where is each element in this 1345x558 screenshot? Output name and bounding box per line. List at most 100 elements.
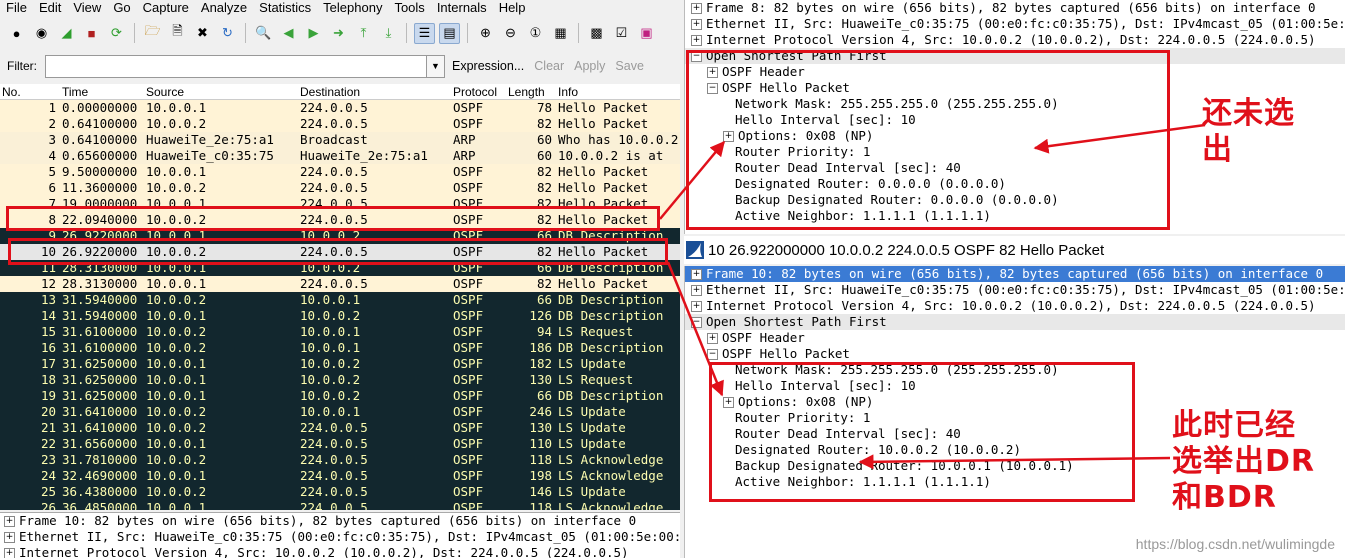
expand-icon[interactable]: + [4,516,15,527]
detail-ip-line[interactable]: + Internet Protocol Version 4, Src: 10.0.… [0,545,680,558]
go-forward-icon[interactable]: ▶ [303,23,324,44]
table-row[interactable]: 2 0.64100000 10.0.0.2 224.0.0.5 OSPF 82 Hello … [0,116,680,132]
table-row[interactable]: 15 31.6100000 10.0.0.2 10.0.0.1 OSPF 94 LS Req… [0,324,680,340]
table-row[interactable]: 17 31.6250000 10.0.0.1 10.0.0.2 OSPF 182 LS Up… [0,356,680,372]
menu-edit[interactable]: Edit [33,1,67,15]
tree-ethernet[interactable]: + Ethernet II, Src: HuaweiTe_c0:35:75 (00… [685,16,1345,32]
tree-frame[interactable]: + Frame 8: 82 bytes on wire (656 bits), 8… [685,0,1345,16]
tree-ip[interactable]: + Internet Protocol Version 4, Src: 10.0.… [685,32,1345,48]
clear-button[interactable]: Clear [534,59,564,73]
expand-icon[interactable]: + [691,35,702,46]
column-header-destination[interactable]: Destination [300,85,360,99]
tree-ospf-header[interactable]: + OSPF Header [685,64,1345,80]
colorize-icon[interactable]: ☰ [414,22,435,44]
table-row[interactable]: 11 28.3130000 10.0.0.1 10.0.0.2 OSPF 66 DB Des… [0,260,680,276]
expand-icon[interactable]: + [691,285,702,296]
expand-icon[interactable]: + [4,548,15,558]
expand-icon[interactable]: + [707,67,718,78]
apply-button[interactable]: Apply [574,59,605,73]
column-header-protocol[interactable]: Protocol [453,85,497,99]
interface-list-icon[interactable]: ● [6,23,27,44]
restart-capture-icon[interactable]: ⟳ [106,23,127,44]
table-row[interactable]: 23 31.7810000 10.0.0.2 224.0.0.5 OSPF 118 LS A… [0,452,680,468]
capture-filters-icon[interactable]: ▩ [586,23,607,44]
hello-field[interactable]: Backup Designated Router: 0.0.0.0 (0.0.0… [685,192,1345,208]
column-header-no[interactable]: No. [2,85,21,99]
menu-help[interactable]: Help [493,1,532,15]
menu-statistics[interactable]: Statistics [253,1,317,15]
display-filter-input[interactable] [45,54,427,78]
menu-file[interactable]: File [0,1,33,15]
expand-icon[interactable]: + [4,532,15,543]
go-back-icon[interactable]: ◀ [278,23,299,44]
tree-ethernet[interactable]: + Ethernet II, Src: HuaweiTe_c0:35:75 (00… [685,282,1345,298]
table-row[interactable]: 4 0.65600000 HuaweiTe_c0:35:75 HuaweiTe_2e:… [0,148,680,164]
menu-capture[interactable]: Capture [137,1,195,15]
expand-icon[interactable]: + [723,131,734,142]
table-row[interactable]: 7 19.0000000 10.0.0.1 224.0.0.5 OSPF 82 Hello … [0,196,680,212]
find-packet-icon[interactable]: 🔍 [253,23,274,44]
expand-icon[interactable]: + [707,333,718,344]
stop-capture-icon[interactable]: ■ [81,23,102,44]
go-last-icon[interactable]: ⤓ [378,23,399,44]
autoscroll-icon[interactable]: ▤ [439,22,460,44]
start-capture-icon[interactable]: ◢ [56,23,77,44]
go-first-icon[interactable]: ⤒ [353,23,374,44]
table-row[interactable]: 26 36.4850000 10.0.0.1 224.0.0.5 OSPF 118 LS A… [0,500,680,510]
tree-ospf-header[interactable]: + OSPF Header [685,330,1345,346]
reload-icon[interactable]: ↻ [217,23,238,44]
expand-icon[interactable]: + [723,397,734,408]
table-row[interactable]: 16 31.6100000 10.0.0.2 10.0.0.1 OSPF 186 DB De… [0,340,680,356]
table-row[interactable]: 24 32.4690000 10.0.0.1 224.0.0.5 OSPF 198 LS A… [0,468,680,484]
expand-icon[interactable]: + [691,19,702,30]
table-row[interactable]: 10 26.9220000 10.0.0.2 224.0.0.5 OSPF 82 Hello… [0,244,680,260]
tree-ospf-hello[interactable]: − OSPF Hello Packet [685,346,1345,362]
table-row[interactable]: 12 28.3130000 10.0.0.1 224.0.0.5 OSPF 82 Hello… [0,276,680,292]
table-row[interactable]: 18 31.6250000 10.0.0.1 10.0.0.2 OSPF 130 LS Re… [0,372,680,388]
table-row[interactable]: 22 31.6560000 10.0.0.1 224.0.0.5 OSPF 110 LS U… [0,436,680,452]
resize-columns-icon[interactable]: ▦ [550,23,571,44]
display-filters-icon[interactable]: ☑ [611,23,632,44]
table-row[interactable]: 8 22.0940000 10.0.0.2 224.0.0.5 OSPF 82 Hello … [0,212,680,228]
expression-button[interactable]: Expression... [452,59,524,73]
go-to-packet-icon[interactable]: ➜ [328,23,349,44]
menu-tools[interactable]: Tools [388,1,430,15]
table-row[interactable]: 3 0.64100000 HuaweiTe_2e:75:a1 Broadcast ARP… [0,132,680,148]
hello-field[interactable]: Hello Interval [sec]: 10 [685,378,1345,394]
table-row[interactable]: 21 31.6410000 10.0.0.2 224.0.0.5 OSPF 130 LS U… [0,420,680,436]
table-row[interactable]: 19 31.6250000 10.0.0.1 10.0.0.2 OSPF 66 DB Des… [0,388,680,404]
column-header-source[interactable]: Source [146,85,184,99]
table-row[interactable]: 1 0.00000000 10.0.0.1 224.0.0.5 OSPF 78 Hello … [0,100,680,116]
save-file-icon[interactable]: 🗎 [167,23,188,44]
menu-analyze[interactable]: Analyze [195,1,253,15]
hello-field[interactable]: Network Mask: 255.255.255.0 (255.255.255… [685,362,1345,378]
collapse-icon[interactable]: − [691,51,702,62]
expand-icon[interactable]: + [691,301,702,312]
expand-icon[interactable]: + [691,3,702,14]
save-button[interactable]: Save [615,59,644,73]
table-row[interactable]: 5 9.50000000 10.0.0.1 224.0.0.5 OSPF 82 Hello … [0,164,680,180]
close-file-icon[interactable]: ✖ [192,23,213,44]
menu-telephony[interactable]: Telephony [317,1,388,15]
menu-internals[interactable]: Internals [431,1,493,15]
capture-options-icon[interactable]: ◉ [31,23,52,44]
chevron-down-icon[interactable]: ▼ [427,54,445,78]
hello-field[interactable]: Active Neighbor: 1.1.1.1 (1.1.1.1) [685,208,1345,224]
menu-view[interactable]: View [67,1,107,15]
menu-go[interactable]: Go [107,1,136,15]
expand-icon[interactable]: + [691,269,702,280]
collapse-icon[interactable]: − [707,83,718,94]
open-file-icon[interactable]: 🗁 [142,23,163,44]
tree-frame[interactable]: + Frame 10: 82 bytes on wire (656 bits), … [685,266,1345,282]
zoom-in-icon[interactable]: ⊕ [475,23,496,44]
coloring-rules-icon[interactable]: ▣ [636,23,657,44]
table-row[interactable]: 14 31.5940000 10.0.0.1 10.0.0.2 OSPF 126 DB De… [0,308,680,324]
tree-ospf[interactable]: − Open Shortest Path First [685,48,1345,64]
column-header-length[interactable]: Length [508,85,545,99]
column-header-time[interactable]: Time [62,85,88,99]
collapse-icon[interactable]: − [691,317,702,328]
normal-size-icon[interactable]: ① [525,23,546,44]
table-row[interactable]: 9 26.9220000 10.0.0.1 10.0.0.2 OSPF 66 DB Desc… [0,228,680,244]
hello-field[interactable]: Designated Router: 0.0.0.0 (0.0.0.0) [685,176,1345,192]
tree-ospf-hello[interactable]: − OSPF Hello Packet [685,80,1345,96]
